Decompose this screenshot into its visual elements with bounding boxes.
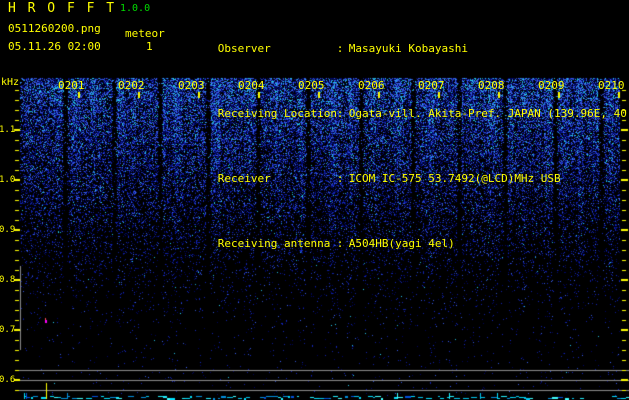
station-info: Observer: Masayuki Kobayashi Receiving Lo…: [178, 3, 629, 289]
observation-datetime: 05.11.26 02:00: [8, 40, 101, 53]
info-row-antenna: Receiving antenna: A504HB(yagi 4el): [178, 224, 629, 263]
observation-mode: meteor: [125, 27, 165, 40]
app-version: 1.0.0: [120, 3, 151, 14]
app-title: H R O F F T: [8, 1, 117, 16]
info-label: Observer: [217, 42, 271, 55]
info-value: Masayuki Kobayashi: [348, 42, 468, 55]
info-label: Receiver: [217, 172, 271, 185]
echo-count: 1: [146, 40, 153, 53]
hrofft-screen: H R O F F T 1.0.0 0511260200.png meteor …: [0, 0, 629, 400]
output-filename: 0511260200.png: [8, 22, 101, 35]
info-colon: :: [336, 107, 344, 120]
info-colon: :: [336, 237, 344, 250]
info-value: ICOM IC-575 53.7492(@LCD)MHz USB: [348, 172, 561, 185]
info-label: Receiving Location: [217, 107, 337, 120]
info-value: Ogata-vill. Akita-Pref. JAPAN (139.96E, …: [348, 107, 629, 120]
info-row-observer: Observer: Masayuki Kobayashi: [178, 29, 629, 68]
info-row-location: Receiving Location: Ogata-vill. Akita-Pre…: [178, 94, 629, 133]
info-colon: :: [336, 42, 344, 55]
info-value: A504HB(yagi 4el): [348, 237, 455, 250]
info-colon: :: [336, 172, 344, 185]
info-label: Receiving antenna: [217, 237, 331, 250]
info-row-receiver: Receiver: ICOM IC-575 53.7492(@LCD)MHz US…: [178, 159, 629, 198]
